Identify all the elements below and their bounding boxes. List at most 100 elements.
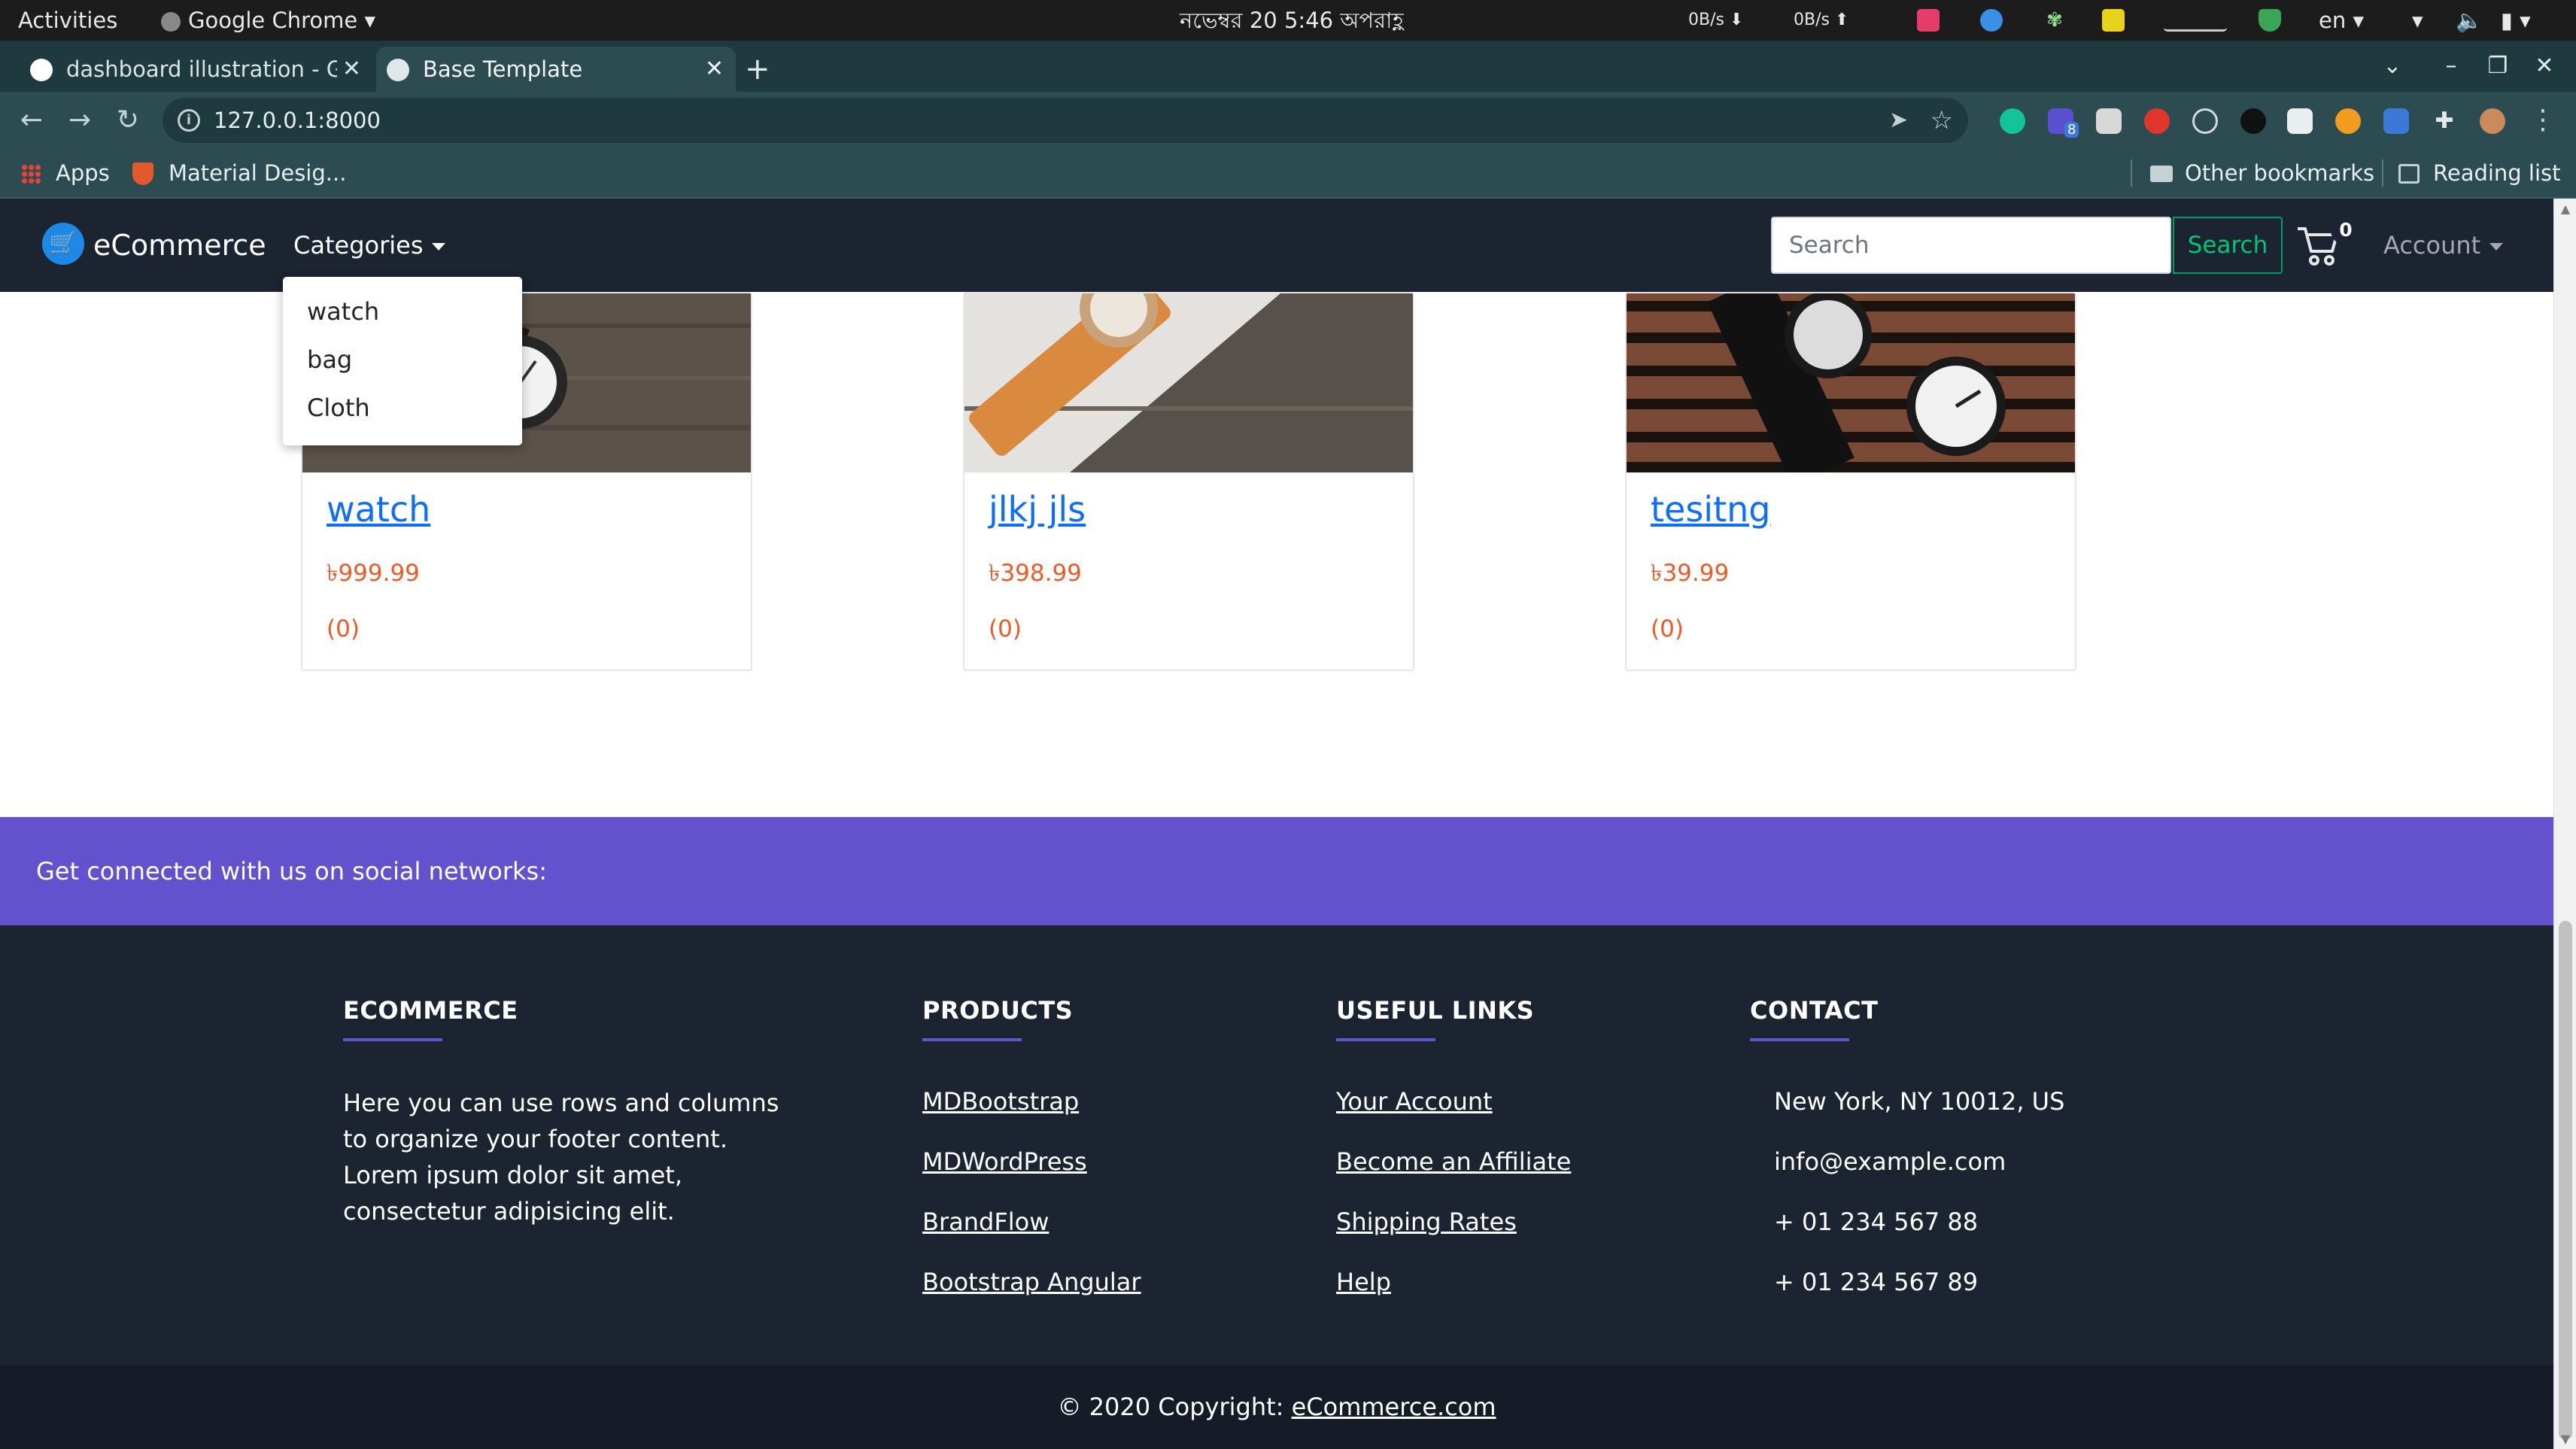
footer-useful-links-column: USEFUL LINKS Your Account Become an Affi… (1336, 996, 1571, 1312)
bookmark-separator (2131, 159, 2132, 187)
os-top-bar: Activities Google Chrome ▾ নভেম্বর 20 5:… (0, 0, 2576, 41)
volume-icon[interactable]: 🔈 (2456, 0, 2483, 41)
product-price: ৳39.99 (1651, 560, 1730, 587)
tray-notes-icon[interactable] (2102, 9, 2125, 32)
heading-underline (1750, 1038, 1849, 1041)
scrollbar-thumb[interactable] (2559, 921, 2572, 1440)
product-title-link[interactable]: jlkj jls (989, 489, 1086, 530)
address-bar[interactable]: i 127.0.0.1:8000 ➤ ☆ (163, 98, 1968, 143)
cookie-extension-icon[interactable] (2335, 108, 2361, 134)
close-tab-icon[interactable]: ✕ (705, 47, 724, 92)
tray-network-icon[interactable]: ✾ (2043, 9, 2066, 32)
tray-system-monitor-icon[interactable] (2164, 9, 2227, 32)
cart-count-badge: 0 (2331, 215, 2361, 245)
site-info-icon[interactable]: i (178, 109, 200, 132)
browser-toolbar: ← → ↻ i 127.0.0.1:8000 ➤ ☆ 8 ✚ ⋮ (0, 92, 2576, 149)
folder-icon (2150, 166, 2173, 182)
product-card: jlkj jls ৳398.99 (0) (963, 292, 1414, 671)
clock[interactable]: নভেম্বর 20 5:46 অপরাহ্ণ (1180, 0, 1404, 41)
activities-button[interactable]: Activities (18, 0, 117, 41)
translate-extension-icon[interactable] (2383, 108, 2409, 134)
scroll-down-arrow-icon[interactable]: ▼ (2554, 1432, 2576, 1446)
product-reviews: (0) (1651, 615, 1684, 642)
tab-dashboard-illustration[interactable]: dashboard illustration - Go ✕ (20, 47, 373, 92)
footer-heading-useful-links: USEFUL LINKS (1336, 996, 1535, 1025)
chrome-menu-icon[interactable]: ⋮ (2520, 92, 2565, 149)
tray-shield-icon[interactable] (2259, 9, 2281, 32)
forward-icon[interactable]: → (57, 92, 102, 149)
grammarly-extension-icon[interactable] (2000, 108, 2025, 134)
page-scrollbar[interactable]: ▲ ▼ (2553, 199, 2576, 1449)
product-title-link[interactable]: tesitng (1651, 489, 1770, 530)
footer-link-brandflow[interactable]: BrandFlow (922, 1192, 1141, 1252)
bank-extension-icon[interactable] (2096, 108, 2122, 134)
product-price: ৳999.99 (327, 560, 420, 587)
extension-badge: 8 (2064, 122, 2079, 138)
dropdown-item-watch[interactable]: watch (283, 287, 522, 336)
tray-sync-icon[interactable] (1980, 9, 2003, 32)
watch-photo (964, 293, 1413, 472)
footer-link-shipping-rates[interactable]: Shipping Rates (1336, 1192, 1571, 1252)
bookmark-apps[interactable]: Apps (56, 149, 110, 197)
send-tab-icon[interactable]: ➤ (1889, 98, 1908, 143)
product-reviews: (0) (327, 615, 360, 642)
url-text[interactable]: 127.0.0.1:8000 (214, 98, 381, 143)
new-tab-button[interactable]: + (745, 47, 770, 92)
categories-dropdown-menu: watch bag Cloth (283, 277, 522, 445)
footer-link-your-account[interactable]: Your Account (1336, 1071, 1571, 1132)
wifi-icon[interactable]: ▾ (2412, 0, 2423, 41)
battery-icon[interactable]: ▮ ▾ (2501, 0, 2531, 41)
search-button[interactable]: Search (2173, 217, 2283, 274)
reload-icon[interactable]: ↻ (105, 92, 150, 149)
tab-strip: dashboard illustration - Go ✕ Base Templ… (0, 41, 2576, 92)
close-tab-icon[interactable]: ✕ (342, 47, 361, 92)
product-image[interactable] (1627, 293, 2075, 472)
react-extension-icon[interactable] (2192, 108, 2218, 134)
tab-search-icon[interactable]: ⌄ (2370, 44, 2415, 89)
footer-heading-ecommerce: ECOMMERCE (343, 996, 518, 1025)
footer-link-mdbootstrap[interactable]: MDBootstrap (922, 1071, 1141, 1132)
bookmark-reading-list[interactable]: Reading list (2433, 149, 2561, 197)
bookmark-star-icon[interactable]: ☆ (1930, 98, 1953, 143)
dropdown-item-cloth[interactable]: Cloth (283, 384, 522, 432)
adblock-extension-icon[interactable] (2144, 108, 2170, 134)
product-image[interactable] (964, 293, 1413, 472)
profile-avatar[interactable] (2480, 108, 2505, 134)
minimize-icon[interactable]: – (2429, 44, 2474, 89)
window-extension-icon[interactable] (2287, 108, 2313, 134)
product-title-link[interactable]: watch (327, 489, 430, 530)
language-indicator[interactable]: en ▾ (2319, 0, 2364, 41)
search-input[interactable] (1771, 217, 2171, 274)
close-window-icon[interactable]: ✕ (2522, 44, 2567, 89)
bookmark-other[interactable]: Other bookmarks (2185, 149, 2374, 197)
restore-icon[interactable]: ❐ (2475, 44, 2520, 89)
product-card: tesitng ৳39.99 (0) (1625, 292, 2076, 671)
puzzle-extensions-icon[interactable]: ✚ (2432, 108, 2457, 134)
language-value: en (2319, 8, 2347, 33)
footer-link-mdwordpress[interactable]: MDWordPress (922, 1132, 1141, 1192)
heading-underline (922, 1038, 1022, 1041)
tab-title: dashboard illustration - Go (66, 56, 337, 82)
footer-link-help[interactable]: Help (1336, 1252, 1571, 1312)
app-menu[interactable]: Google Chrome ▾ (161, 0, 375, 41)
back-icon[interactable]: ← (9, 92, 54, 149)
social-text: Get connected with us on social networks… (36, 857, 547, 886)
tray-app-icon[interactable] (1917, 9, 1940, 32)
account-dropdown-toggle[interactable]: Account (2383, 199, 2504, 292)
wordpress-extension-icon[interactable] (2240, 108, 2266, 134)
bookmark-material-design[interactable]: Material Desig... (169, 149, 346, 197)
app-name: Google Chrome (188, 8, 358, 33)
footer-link-bootstrap-angular[interactable]: Bootstrap Angular (922, 1252, 1141, 1312)
footer-link-become-affiliate[interactable]: Become an Affiliate (1336, 1132, 1571, 1192)
brand-link[interactable]: eCommerce (93, 199, 266, 292)
dropdown-item-bag[interactable]: bag (283, 336, 522, 384)
contact-phone: + 01 234 567 88 (1774, 1208, 1979, 1236)
tab-base-template[interactable]: Base Template ✕ (376, 47, 736, 92)
copyright-bar: © 2020 Copyright: eCommerce.com (0, 1365, 2553, 1449)
net-up-value: 0B/s (1794, 11, 1830, 29)
shopping-cart-logo-icon[interactable]: 🛒 (42, 223, 84, 265)
account-label: Account (2383, 231, 2481, 260)
scroll-up-arrow-icon[interactable]: ▲ (2554, 202, 2576, 216)
copyright-link[interactable]: eCommerce.com (1292, 1393, 1496, 1421)
tab-title: Base Template (423, 56, 583, 82)
